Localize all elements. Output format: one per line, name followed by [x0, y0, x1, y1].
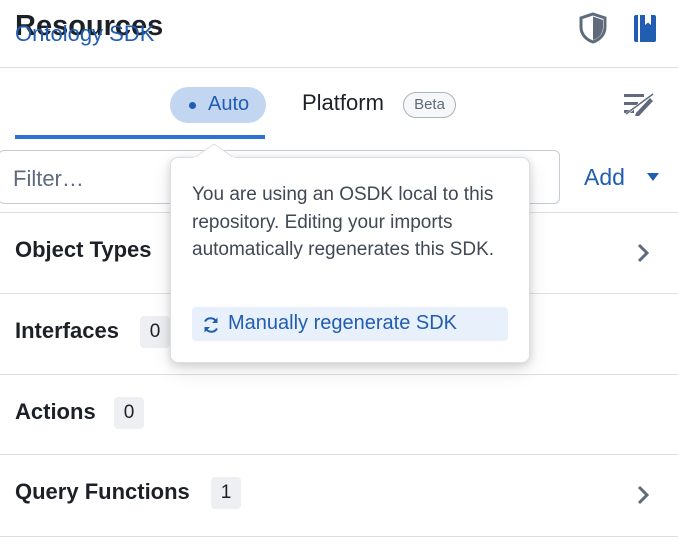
beta-badge: Beta	[403, 92, 456, 118]
active-tab-indicator	[15, 135, 265, 139]
tab-ontology-sdk-label: Ontology SDK	[15, 21, 155, 46]
refresh-icon	[204, 317, 218, 333]
osdk-info-popover: You are using an OSDK local to this repo…	[170, 157, 530, 363]
count-badge: 0	[114, 397, 144, 429]
add-button-label: Add	[584, 164, 625, 190]
divider	[0, 536, 678, 537]
status-dot-icon	[189, 102, 196, 109]
auto-badge-label: Auto	[208, 93, 250, 115]
shield-icon[interactable]	[578, 12, 608, 44]
list-item-label: Interfaces	[15, 318, 119, 343]
chevron-right-icon	[637, 485, 650, 505]
list-item-label: Query Functions	[15, 479, 190, 504]
regenerate-sdk-button[interactable]: Manually regenerate SDK	[192, 307, 508, 341]
tab-ontology-sdk[interactable]: Ontology SDK	[15, 16, 265, 72]
list-item-label: Object Types	[15, 237, 152, 262]
regenerate-sdk-label: Manually regenerate SDK	[228, 312, 458, 334]
count-badge: 1	[211, 477, 241, 509]
edit-lines-icon[interactable]	[622, 92, 656, 116]
popover-arrow	[194, 143, 234, 159]
list-item-label: Actions	[15, 399, 96, 424]
caret-down-icon	[647, 173, 659, 181]
chevron-right-icon	[637, 243, 650, 263]
book-icon[interactable]	[631, 12, 661, 44]
count-badge: 0	[140, 316, 170, 348]
popover-message: You are using an OSDK local to this repo…	[192, 184, 495, 260]
add-button[interactable]: Add	[584, 162, 668, 194]
list-item-actions[interactable]: Actions 0	[0, 374, 678, 454]
list-item-query-functions[interactable]: Query Functions 1	[0, 454, 678, 542]
auto-badge[interactable]: Auto	[170, 87, 266, 123]
tab-platform[interactable]: Platform	[302, 90, 384, 116]
